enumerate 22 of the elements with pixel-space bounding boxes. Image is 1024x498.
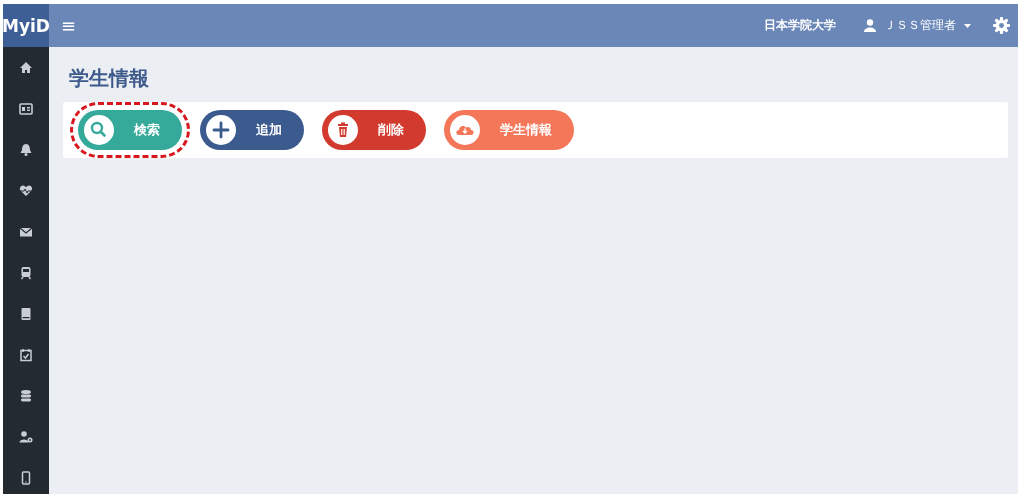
caret-icon <box>964 23 971 28</box>
download-button[interactable]: 学生情報 <box>444 110 574 150</box>
database-icon[interactable] <box>19 389 33 403</box>
phone-icon[interactable] <box>19 471 33 485</box>
organization-name: 日本学院大学 <box>764 17 836 34</box>
bell-icon[interactable] <box>19 143 33 157</box>
mail-icon[interactable] <box>19 225 33 239</box>
page-title: 学生情報 <box>69 65 150 92</box>
add-button[interactable]: 追加 <box>200 110 304 150</box>
delete-button[interactable]: 削除 <box>322 110 426 150</box>
app-logo[interactable]: MyiD <box>3 4 49 47</box>
book-icon[interactable] <box>19 307 33 321</box>
usergear-icon[interactable] <box>19 430 33 444</box>
settings-icon[interactable] <box>993 17 1010 34</box>
user-menu[interactable]: ＪＳＳ管理者 <box>864 17 971 34</box>
train-icon[interactable] <box>19 266 33 280</box>
home-icon[interactable] <box>19 61 33 75</box>
calendar-icon[interactable] <box>19 348 33 362</box>
menu-icon[interactable]: ≡ <box>61 15 77 36</box>
heart-icon[interactable] <box>19 184 33 198</box>
user-icon <box>864 19 876 32</box>
card-icon[interactable] <box>19 102 33 116</box>
